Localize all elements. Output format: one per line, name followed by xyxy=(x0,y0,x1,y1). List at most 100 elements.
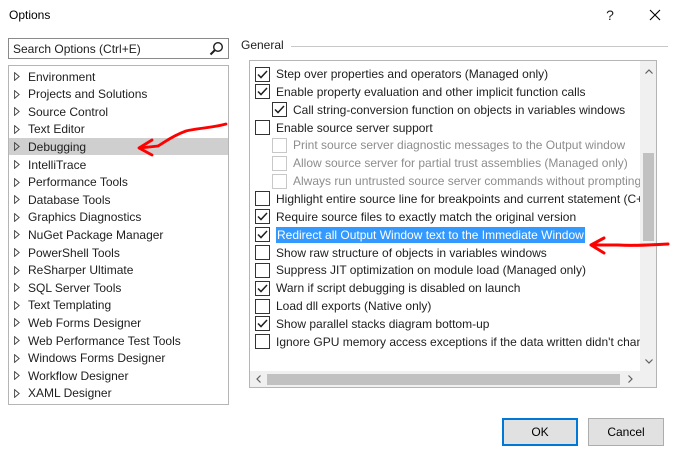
option-row[interactable]: Warn if script debugging is disabled on … xyxy=(255,279,645,297)
chevron-left-icon xyxy=(256,375,261,383)
option-checkbox[interactable] xyxy=(255,66,270,82)
tree-item[interactable]: Text Templating xyxy=(9,297,228,314)
tree-item[interactable]: Projects and Solutions xyxy=(9,86,228,103)
tree-item[interactable]: Performance Tools xyxy=(9,174,228,191)
tree-item-label: XAML Designer xyxy=(28,386,112,401)
option-checkbox[interactable] xyxy=(255,262,270,278)
scroll-up-button[interactable] xyxy=(640,63,656,79)
option-row[interactable]: Step over properties and operators (Mana… xyxy=(255,65,645,83)
group-label: General xyxy=(241,38,284,52)
expand-arrow-icon[interactable] xyxy=(14,138,28,155)
option-row[interactable]: Print source server diagnostic messages … xyxy=(272,136,656,154)
expand-arrow-icon[interactable] xyxy=(14,68,28,85)
close-button[interactable] xyxy=(641,4,669,26)
option-row[interactable]: Always run untrusted source server comma… xyxy=(272,172,656,190)
tree-item[interactable]: Graphics Diagnostics xyxy=(9,209,228,226)
option-row[interactable]: Redirect all Output Window text to the I… xyxy=(255,226,645,244)
check-icon xyxy=(257,319,268,328)
tree-item-label: Performance Tools xyxy=(28,175,128,190)
option-label: Enable source server support xyxy=(276,120,433,135)
option-checkbox[interactable] xyxy=(255,280,270,296)
scrollbar-corner xyxy=(640,371,656,387)
tree-item[interactable]: NuGet Package Manager xyxy=(9,226,228,243)
group-divider xyxy=(291,46,668,47)
expand-arrow-icon[interactable] xyxy=(14,367,28,384)
option-checkbox[interactable] xyxy=(255,120,270,136)
option-checkbox[interactable] xyxy=(255,84,270,100)
cancel-button[interactable]: Cancel xyxy=(588,418,664,446)
option-row[interactable]: Allow source server for partial trust as… xyxy=(272,154,656,172)
option-checkbox[interactable] xyxy=(255,227,270,243)
option-row[interactable]: Ignore GPU memory access exceptions if t… xyxy=(255,333,650,351)
expand-arrow-icon[interactable] xyxy=(14,209,28,226)
expand-arrow-icon[interactable] xyxy=(14,385,28,402)
tree-item-label: Environment xyxy=(28,69,96,84)
category-tree: Environment Projects and Solutions Source … xyxy=(8,65,229,405)
option-checkbox[interactable] xyxy=(255,334,270,350)
expand-arrow-icon[interactable] xyxy=(14,279,28,296)
scroll-left-button[interactable] xyxy=(250,371,267,387)
tree-item[interactable]: PowerShell Tools xyxy=(9,244,228,261)
expand-arrow-icon[interactable] xyxy=(14,156,28,173)
option-row[interactable]: Enable property evaluation and other imp… xyxy=(255,83,645,101)
ok-button[interactable]: OK xyxy=(502,418,578,446)
tree-item[interactable]: Source Control xyxy=(9,103,228,120)
vertical-scroll-thumb[interactable] xyxy=(643,153,654,241)
option-row[interactable]: Enable source server support xyxy=(255,119,645,137)
tree-item[interactable]: Text Editor xyxy=(9,121,228,138)
option-checkbox xyxy=(272,137,287,153)
option-row[interactable]: Show parallel stacks diagram bottom-up xyxy=(255,315,645,333)
tree-item[interactable]: Workflow Designer xyxy=(9,367,228,384)
tree-item[interactable]: Environment xyxy=(9,68,228,85)
tree-item[interactable]: Database Tools xyxy=(9,191,228,208)
option-checkbox[interactable] xyxy=(255,191,270,207)
tree-item[interactable]: IntelliTrace xyxy=(9,156,228,173)
vertical-scrollbar[interactable] xyxy=(640,61,656,371)
expand-arrow-icon[interactable] xyxy=(14,314,28,331)
option-checkbox[interactable] xyxy=(272,102,287,118)
tree-item[interactable]: SQL Server Tools xyxy=(9,279,228,296)
horizontal-scrollbar[interactable] xyxy=(250,371,640,387)
tree-item[interactable]: Web Forms Designer xyxy=(9,314,228,331)
expand-arrow-icon[interactable] xyxy=(14,297,28,314)
option-checkbox[interactable] xyxy=(255,209,270,225)
tree-item-label: Web Forms Designer xyxy=(28,315,142,330)
chevron-up-icon xyxy=(644,68,653,74)
search-input[interactable] xyxy=(9,39,205,58)
search-icon[interactable] xyxy=(209,41,224,56)
option-row[interactable]: Show raw structure of objects in variabl… xyxy=(255,244,645,262)
expand-arrow-icon[interactable] xyxy=(14,332,28,349)
option-row[interactable]: Suppress JIT optimization on module load… xyxy=(255,261,645,279)
option-checkbox[interactable] xyxy=(255,298,270,314)
tree-item[interactable]: Web Performance Test Tools xyxy=(9,332,228,349)
expand-arrow-icon[interactable] xyxy=(14,86,28,103)
tree-item[interactable]: Windows Forms Designer xyxy=(9,350,228,367)
tree-item-label: Workflow Designer xyxy=(28,368,129,383)
option-row[interactable]: Require source files to exactly match th… xyxy=(255,208,645,226)
scroll-right-button[interactable] xyxy=(622,371,639,387)
horizontal-scroll-thumb[interactable] xyxy=(267,374,620,385)
scroll-down-button[interactable] xyxy=(640,353,656,369)
expand-arrow-icon[interactable] xyxy=(14,350,28,367)
tree-item[interactable]: Debugging xyxy=(9,138,228,156)
tree-item[interactable]: XAML Designer xyxy=(9,385,228,402)
help-button[interactable]: ? xyxy=(596,4,624,26)
option-label: Load dll exports (Native only) xyxy=(276,299,432,314)
expand-arrow-icon[interactable] xyxy=(14,103,28,120)
expand-arrow-icon[interactable] xyxy=(14,262,28,279)
option-checkbox xyxy=(272,155,287,171)
chevron-right-icon xyxy=(628,375,633,383)
expand-arrow-icon[interactable] xyxy=(14,226,28,243)
option-row[interactable]: Load dll exports (Native only) xyxy=(255,297,645,315)
option-row[interactable]: Highlight entire source line for breakpo… xyxy=(255,190,650,208)
tree-item[interactable]: ReSharper Ultimate xyxy=(9,262,228,279)
option-checkbox[interactable] xyxy=(255,245,270,260)
option-label: Suppress JIT optimization on module load… xyxy=(276,263,586,278)
option-row[interactable]: Call string-conversion function on objec… xyxy=(272,101,656,119)
expand-arrow-icon[interactable] xyxy=(14,121,28,138)
option-checkbox[interactable] xyxy=(255,316,270,332)
expand-arrow-icon[interactable] xyxy=(14,174,28,191)
expand-arrow-icon[interactable] xyxy=(14,191,28,208)
expand-arrow-icon[interactable] xyxy=(14,244,28,261)
tree-item-label: Web Performance Test Tools xyxy=(28,333,181,348)
